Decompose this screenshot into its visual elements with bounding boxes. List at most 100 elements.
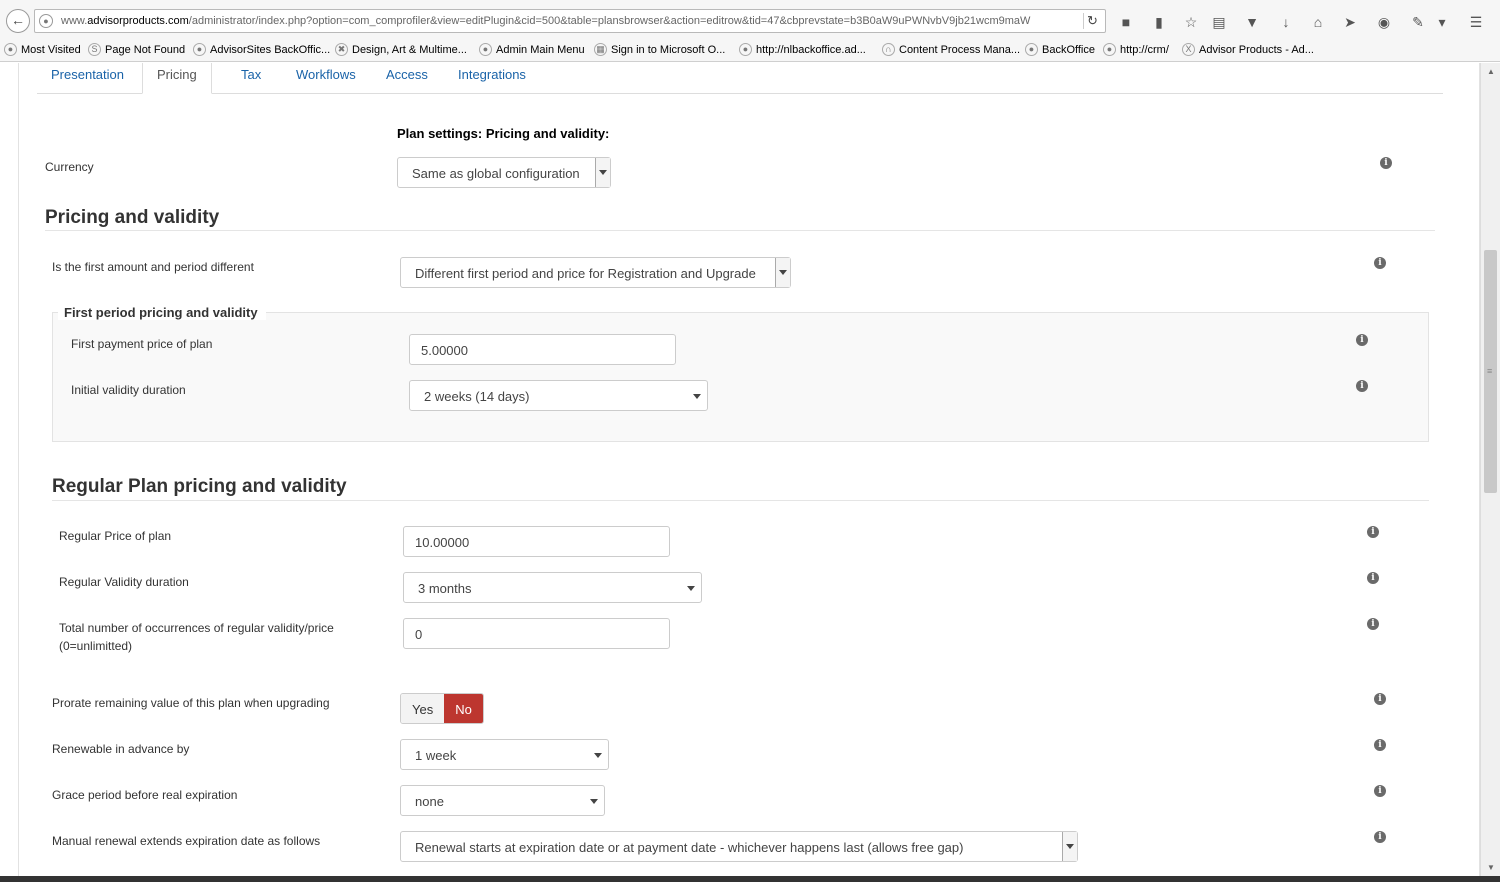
page-icon[interactable]: ▮ <box>1150 14 1168 30</box>
chevron-down-icon[interactable]: ▾ <box>1433 14 1451 30</box>
occurrences-input[interactable]: 0 <box>403 618 670 649</box>
bookmark-icon: ● <box>4 43 17 56</box>
reading-list-icon[interactable]: ▤ <box>1210 14 1228 30</box>
send-icon[interactable]: ➤ <box>1341 14 1359 30</box>
currency-select[interactable]: Same as global configuration <box>397 157 611 188</box>
info-icon[interactable]: i <box>1356 334 1368 346</box>
reload-icon[interactable]: ↻ <box>1083 13 1101 29</box>
info-icon[interactable]: i <box>1374 739 1386 751</box>
initial-duration-value: 2 weeks (14 days) <box>424 389 530 404</box>
star-icon[interactable]: ☆ <box>1182 14 1200 30</box>
navigation-bar: ← ● www.advisorproducts.com/administrato… <box>0 6 1500 36</box>
download-icon[interactable]: ↓ <box>1277 14 1295 30</box>
bookmark-label: Admin Main Menu <box>496 43 585 56</box>
globe-icon: ● <box>39 14 53 28</box>
bookmark-item[interactable]: ● BackOffice <box>1025 43 1095 56</box>
bookmark-icon: ● <box>1103 43 1116 56</box>
page-scrollbar[interactable]: ▲ ≡ ▼ <box>1480 63 1500 876</box>
regular-duration-label: Regular Validity duration <box>59 575 189 589</box>
chevron-down-icon <box>693 394 701 399</box>
scroll-up-icon[interactable]: ▲ <box>1487 67 1495 76</box>
occurrences-label: Total number of occurrences of regular v… <box>59 621 334 635</box>
chevron-down-icon <box>1062 832 1077 861</box>
bookmark-icon: ✖ <box>335 43 348 56</box>
bookmark-item[interactable]: ▦ Sign in to Microsoft O... <box>594 43 725 56</box>
bookmarks-bar: ● Most Visited S Page Not Found ● AdvisorSi… <box>0 40 1500 60</box>
first-price-input[interactable]: 5.00000 <box>409 334 676 365</box>
chevron-down-icon <box>590 799 598 804</box>
bookmark-icon: ● <box>739 43 752 56</box>
renewable-select[interactable]: 1 week <box>400 739 609 770</box>
bookmark-item[interactable]: ● http://nlbackoffice.ad... <box>739 43 866 56</box>
bookmark-label: BackOffice <box>1042 43 1095 56</box>
prorate-no-button[interactable]: No <box>444 694 483 723</box>
bookmark-item[interactable]: S Page Not Found <box>88 43 185 56</box>
home-icon[interactable]: ⌂ <box>1309 14 1327 30</box>
prorate-label: Prorate remaining value of this plan whe… <box>52 696 330 710</box>
bookmark-item[interactable]: ✖ Design, Art & Multime... <box>335 43 467 56</box>
bookmark-icon: ∩ <box>882 43 895 56</box>
first-period-heading: First period pricing and validity <box>58 305 266 320</box>
bookmark-icon: S <box>88 43 101 56</box>
grace-select[interactable]: none <box>400 785 605 816</box>
bookmark-item[interactable]: ● http://crm/ <box>1103 43 1169 56</box>
bookmark-item[interactable]: X Advisor Products - Ad... <box>1182 43 1314 56</box>
bookmark-item[interactable]: ● Most Visited <box>4 43 81 56</box>
prorate-yes-button[interactable]: Yes <box>401 694 445 723</box>
grace-label: Grace period before real expiration <box>52 788 238 802</box>
tab-presentation[interactable]: Presentation <box>37 63 138 94</box>
regular-price-input[interactable]: 10.00000 <box>403 526 670 557</box>
manual-renewal-select[interactable]: Renewal starts at expiration date or at … <box>400 831 1078 862</box>
info-icon[interactable]: i <box>1374 693 1386 705</box>
pricing-validity-heading: Pricing and validity <box>45 207 220 228</box>
first-price-label: First payment price of plan <box>71 337 213 351</box>
chevron-down-icon <box>775 258 790 287</box>
plan-settings-heading: Plan settings: Pricing and validity: <box>397 126 610 141</box>
regular-duration-select[interactable]: 3 months <box>403 572 702 603</box>
info-icon[interactable]: i <box>1374 785 1386 797</box>
scroll-down-icon[interactable]: ▼ <box>1487 863 1495 872</box>
bookmark-label: AdvisorSites BackOffic... <box>210 43 331 56</box>
info-icon[interactable]: i <box>1374 257 1386 269</box>
bookmark-icon: ● <box>479 43 492 56</box>
page-content: Presentation Pricing Tax Workflows Acces… <box>18 63 1480 876</box>
divider <box>52 500 1429 501</box>
tab-pricing[interactable]: Pricing <box>142 63 212 94</box>
chevron-down-icon <box>594 753 602 758</box>
prorate-toggle: Yes No <box>400 693 484 724</box>
url-bar[interactable]: ● www.advisorproducts.com/administrator/… <box>34 9 1106 33</box>
bookmark-icon: ▦ <box>594 43 607 56</box>
bookmark-item[interactable]: ● Admin Main Menu <box>479 43 585 56</box>
regular-price-label: Regular Price of plan <box>59 529 172 543</box>
chevron-down-icon <box>687 586 695 591</box>
info-icon[interactable]: i <box>1380 157 1392 169</box>
menu-icon[interactable]: ☰ <box>1467 14 1485 30</box>
tab-bar: Presentation Pricing Tax Workflows Acces… <box>37 63 1443 94</box>
first-period-fieldset <box>52 312 1429 442</box>
renewable-label: Renewable in advance by <box>52 742 190 756</box>
initial-duration-select[interactable]: 2 weeks (14 days) <box>409 380 708 411</box>
info-icon[interactable]: i <box>1367 618 1379 630</box>
grip-icon: ≡ <box>1487 366 1493 376</box>
bookmark-item[interactable]: ∩ Content Process Mana... <box>882 43 1020 56</box>
bottom-edge <box>0 876 1500 882</box>
back-arrow-icon[interactable]: ← <box>6 9 30 33</box>
first-different-select[interactable]: Different first period and price for Reg… <box>400 257 791 288</box>
chat-icon[interactable]: ◉ <box>1375 14 1393 30</box>
folder-icon[interactable]: ■ <box>1117 14 1135 30</box>
tab-access[interactable]: Access <box>372 63 442 94</box>
info-icon[interactable]: i <box>1356 380 1368 392</box>
info-icon[interactable]: i <box>1367 526 1379 538</box>
info-icon[interactable]: i <box>1374 831 1386 843</box>
bookmark-item[interactable]: ● AdvisorSites BackOffic... <box>193 43 330 56</box>
info-icon[interactable]: i <box>1367 572 1379 584</box>
tab-tax[interactable]: Tax <box>227 63 275 94</box>
bookmark-label: Sign in to Microsoft O... <box>611 43 726 56</box>
pocket-icon[interactable]: ▼ <box>1243 14 1261 30</box>
tab-workflows[interactable]: Workflows <box>282 63 370 94</box>
chevron-down-icon <box>595 158 610 187</box>
first-different-label: Is the first amount and period different <box>52 260 254 274</box>
extension-icon[interactable]: ✎ <box>1409 14 1427 30</box>
grace-value: none <box>415 794 444 809</box>
tab-integrations[interactable]: Integrations <box>444 63 540 94</box>
